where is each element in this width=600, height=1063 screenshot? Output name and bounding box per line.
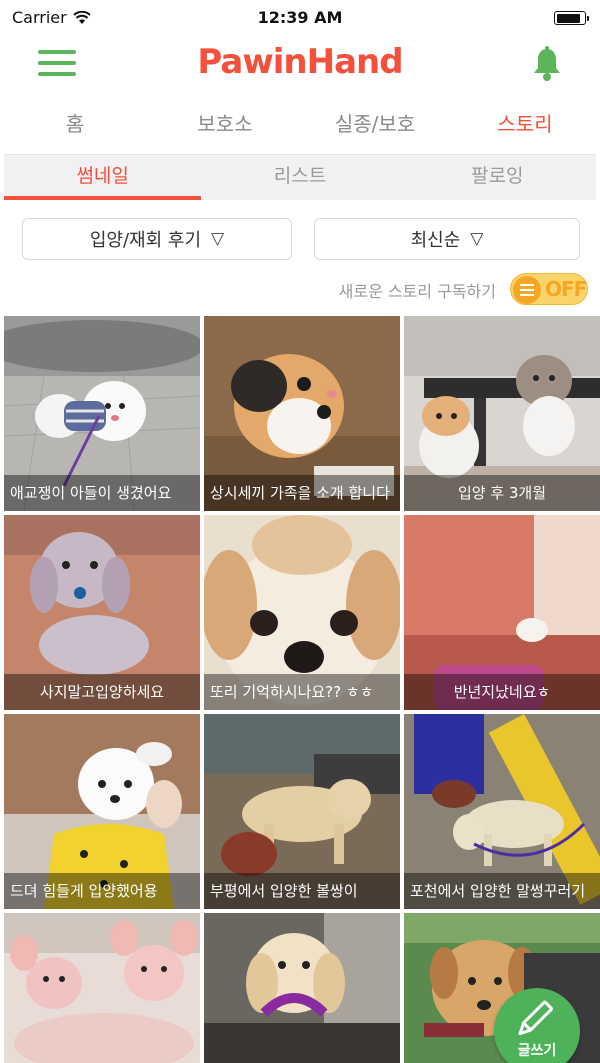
app-logo: PawinHand: [0, 42, 600, 82]
write-story-button[interactable]: 글쓰기: [494, 988, 580, 1063]
battery-icon: [554, 11, 589, 25]
toggle-knob-icon: [513, 276, 541, 304]
subtab-thumbnail[interactable]: 썸네일: [4, 155, 202, 200]
story-card[interactable]: 상시세끼 가족을 소개 합니다: [204, 316, 400, 511]
sub-tab-bar: 썸네일 리스트 팔로잉: [4, 154, 596, 200]
tab-home[interactable]: 홈: [0, 96, 150, 152]
subtab-list[interactable]: 리스트: [201, 155, 398, 200]
category-filter-dropdown[interactable]: 입양/재회 후기 ▽: [22, 218, 292, 260]
category-filter-label: 입양/재회 후기: [89, 230, 202, 251]
carrier-label: Carrier: [12, 8, 67, 27]
notification-button[interactable]: [530, 46, 564, 82]
story-card[interactable]: [4, 913, 200, 1063]
logo-text: PawinHand: [197, 42, 403, 82]
dropdown-triangle-icon: ▽: [470, 229, 484, 249]
wifi-icon: [73, 10, 91, 24]
toggle-state-label: OFF: [545, 277, 587, 301]
dropdown-triangle-icon: ▽: [211, 229, 225, 249]
main-tab-bar: 홈 보호소 실종/보호 스토리: [0, 96, 600, 152]
story-caption: 반년지났네요ㅎ: [404, 674, 600, 710]
story-card[interactable]: [204, 913, 400, 1063]
story-card[interactable]: 포천에서 입양한 말썽꾸러기: [404, 714, 600, 909]
story-card[interactable]: 반년지났네요ㅎ: [404, 515, 600, 710]
story-caption: 포천에서 입양한 말썽꾸러기: [404, 873, 600, 909]
tab-lost-found[interactable]: 실종/보호: [300, 96, 450, 152]
story-caption: 사지말고입양하세요: [4, 674, 200, 710]
story-card[interactable]: 애교쟁이 아들이 생겼어요: [4, 316, 200, 511]
bell-icon: [534, 46, 560, 81]
story-caption: 상시세끼 가족을 소개 합니다: [204, 475, 400, 511]
status-bar: Carrier 12:39 AM: [0, 0, 600, 36]
subscribe-label: 새로운 스토리 구독하기: [338, 282, 496, 301]
story-card[interactable]: 드뎌 힘들게 입양했어용: [4, 714, 200, 909]
carrier-info: Carrier: [12, 8, 91, 27]
story-caption: 애교쟁이 아들이 생겼어요: [4, 475, 200, 511]
story-card[interactable]: 부평에서 입양한 볼쌍이: [204, 714, 400, 909]
subscribe-toggle[interactable]: OFF: [510, 273, 588, 305]
pencil-icon: [518, 1000, 553, 1036]
menu-button[interactable]: [38, 50, 76, 78]
story-caption: 부평에서 입양한 볼쌍이: [204, 873, 400, 909]
story-caption: 드뎌 힘들게 입양했어용: [4, 873, 200, 909]
story-card[interactable]: 또리 기억하시나요?? ㅎㅎ: [204, 515, 400, 710]
sort-label: 최신순: [410, 230, 461, 251]
write-button-label: 글쓰기: [517, 1043, 557, 1059]
story-photo: [4, 913, 200, 1063]
story-card[interactable]: 입양 후 3개월: [404, 316, 600, 511]
story-caption: 또리 기억하시나요?? ㅎㅎ: [204, 674, 400, 710]
tab-story[interactable]: 스토리: [450, 96, 600, 152]
story-caption: 입양 후 3개월: [404, 475, 600, 511]
story-photo: [204, 913, 400, 1063]
story-card[interactable]: 사지말고입양하세요: [4, 515, 200, 710]
sort-dropdown[interactable]: 최신순 ▽: [314, 218, 580, 260]
tab-shelter[interactable]: 보호소: [150, 96, 300, 152]
app-header: PawinHand: [0, 36, 600, 92]
hamburger-menu-icon: [38, 50, 76, 54]
subtab-following[interactable]: 팔로잉: [399, 155, 596, 200]
